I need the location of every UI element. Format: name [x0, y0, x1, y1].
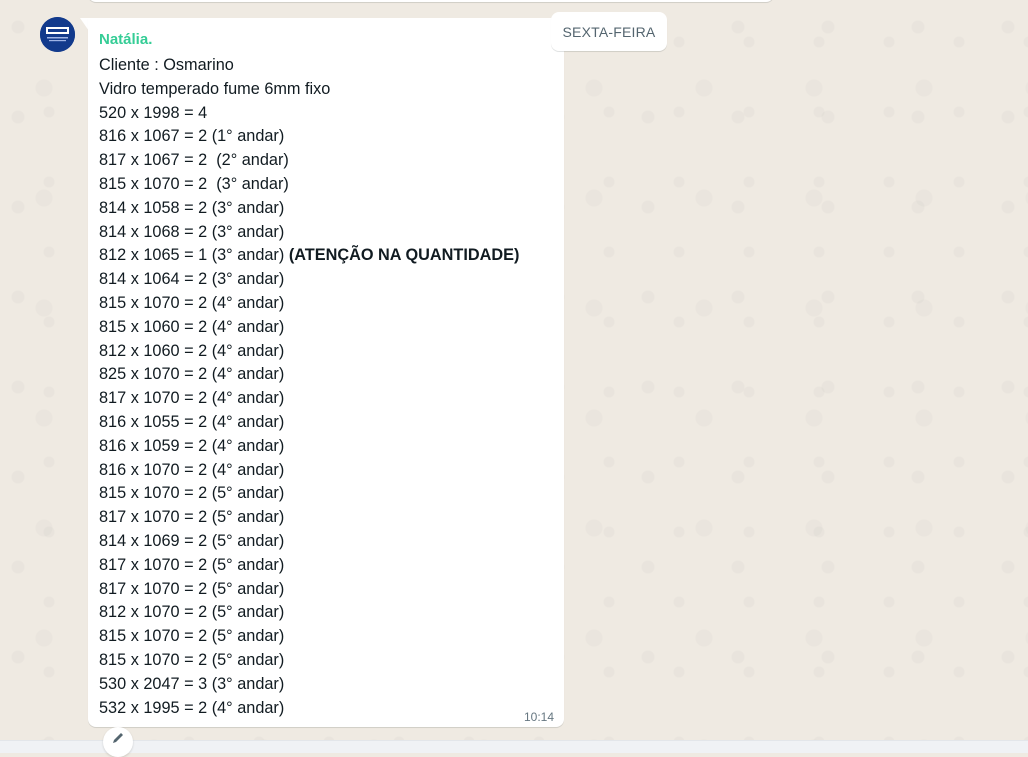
message-line-text: Cliente : Osmarino	[99, 56, 234, 74]
message-line-text: 825 x 1070 = 2 (4° andar)	[99, 365, 285, 384]
message-bubble[interactable]: Natália. Cliente : Osmarino Vidro tempera…	[88, 18, 564, 727]
message-line-text: 812 x 1070 = 2 (5° andar)	[99, 603, 285, 622]
message-line: 812 x 1065 = 1 (3° andar) (ATENÇÃO NA QU…	[99, 244, 519, 268]
message-line: 520 x 1998 = 4	[99, 102, 519, 126]
message-line-text: 814 x 1069 = 2 (5° andar)	[99, 531, 285, 550]
compose-bar	[0, 740, 1028, 753]
date-separator: SEXTA-FEIRA	[551, 12, 667, 51]
sender-name[interactable]: Natália.	[99, 31, 152, 48]
message-line: 816 x 1055 = 2 (4° andar)	[99, 411, 519, 435]
message-line: 812 x 1070 = 2 (5° andar)	[99, 601, 519, 625]
message-line: Vidro temperado fume 6mm fixo	[99, 78, 519, 102]
message-line: 815 x 1060 = 2 (4° andar)	[99, 316, 519, 340]
message-line-text: 817 x 1070 = 2 (4° andar)	[99, 389, 285, 408]
message-line-text: 816 x 1070 = 2 (4° andar)	[99, 460, 285, 479]
message-line-text: 815 x 1070 = 2 (5° andar)	[99, 627, 285, 646]
message-line: Cliente : Osmarino	[99, 54, 519, 78]
message-line-text: 520 x 1998 = 4	[99, 103, 208, 122]
message-line: 816 x 1070 = 2 (4° andar)	[99, 459, 519, 483]
message-line: 530 x 2047 = 3 (3° andar)	[99, 673, 519, 697]
message-line: 817 x 1067 = 2 (2° andar)	[99, 149, 519, 173]
message-line: 815 x 1070 = 2 (3° andar)	[99, 173, 519, 197]
message-line: 817 x 1070 = 2 (5° andar)	[99, 554, 519, 578]
message-line: 817 x 1070 = 2 (5° andar)	[99, 506, 519, 530]
message-line: 814 x 1064 = 2 (3° andar)	[99, 268, 519, 292]
sender-avatar[interactable]	[40, 17, 75, 52]
message-line: 817 x 1070 = 2 (5° andar)	[99, 578, 519, 602]
message-timestamp: 10:14	[523, 710, 554, 724]
pencil-icon[interactable]	[103, 727, 133, 757]
message-line-text: 817 x 1067 = 2 (2° andar)	[99, 151, 289, 170]
message-line-text: 815 x 1060 = 2 (4° andar)	[99, 317, 285, 336]
company-logo-icon	[40, 17, 75, 52]
message-line-text: 815 x 1070 = 2 (3° andar)	[99, 174, 289, 193]
message-line-text: 812 x 1060 = 2 (4° andar)	[99, 341, 285, 360]
message-line-text: 816 x 1055 = 2 (4° andar)	[99, 412, 285, 431]
message-line-emphasis: (ATENÇÃO NA QUANTIDADE)	[288, 246, 520, 265]
message-line: 532 x 1995 = 2 (4° andar)	[99, 697, 519, 721]
message-line: 816 x 1067 = 2 (1° andar)	[99, 125, 519, 149]
message-line: 815 x 1070 = 2 (5° andar)	[99, 649, 519, 673]
message-line: 825 x 1070 = 2 (4° andar)	[99, 363, 519, 387]
message-line: 814 x 1069 = 2 (5° andar)	[99, 530, 519, 554]
message-line-text: 817 x 1070 = 2 (5° andar)	[99, 579, 285, 598]
message-line-text: 530 x 2047 = 3 (3° andar)	[99, 674, 285, 693]
message-line-text: 815 x 1070 = 2 (4° andar)	[99, 293, 285, 312]
message-line-text: 812 x 1065 = 1 (3° andar)	[99, 246, 289, 265]
message-line-text: Vidro temperado fume 6mm fixo	[99, 79, 331, 98]
message-line-text: 816 x 1067 = 2 (1° andar)	[99, 127, 285, 146]
message-line-text: 817 x 1070 = 2 (5° andar)	[99, 508, 285, 527]
message-line: 812 x 1060 = 2 (4° andar)	[99, 340, 519, 364]
message-line: 816 x 1059 = 2 (4° andar)	[99, 435, 519, 459]
message-line: 815 x 1070 = 2 (5° andar)	[99, 625, 519, 649]
message-line: 815 x 1070 = 2 (5° andar)	[99, 482, 519, 506]
message-body: Cliente : Osmarino Vidro temperado fume 6…	[99, 54, 519, 720]
message-line-text: 814 x 1068 = 2 (3° andar)	[99, 222, 285, 241]
message-line: 814 x 1058 = 2 (3° andar)	[99, 197, 519, 221]
message-line-text: 817 x 1070 = 2 (5° andar)	[99, 555, 285, 574]
message-line-text: 814 x 1064 = 2 (3° andar)	[99, 270, 285, 289]
message-line-text: 814 x 1058 = 2 (3° andar)	[99, 198, 285, 217]
message-line: 815 x 1070 = 2 (4° andar)	[99, 292, 519, 316]
message-line-text: 815 x 1070 = 2 (5° andar)	[99, 484, 285, 503]
message-line: 817 x 1070 = 2 (4° andar)	[99, 387, 519, 411]
message-line-text: 815 x 1070 = 2 (5° andar)	[99, 650, 285, 669]
message-line-text: 532 x 1995 = 2 (4° andar)	[99, 698, 285, 717]
previous-message-bubble	[88, 0, 774, 2]
message-line: 814 x 1068 = 2 (3° andar)	[99, 221, 519, 245]
message-line-text: 816 x 1059 = 2 (4° andar)	[99, 436, 285, 455]
